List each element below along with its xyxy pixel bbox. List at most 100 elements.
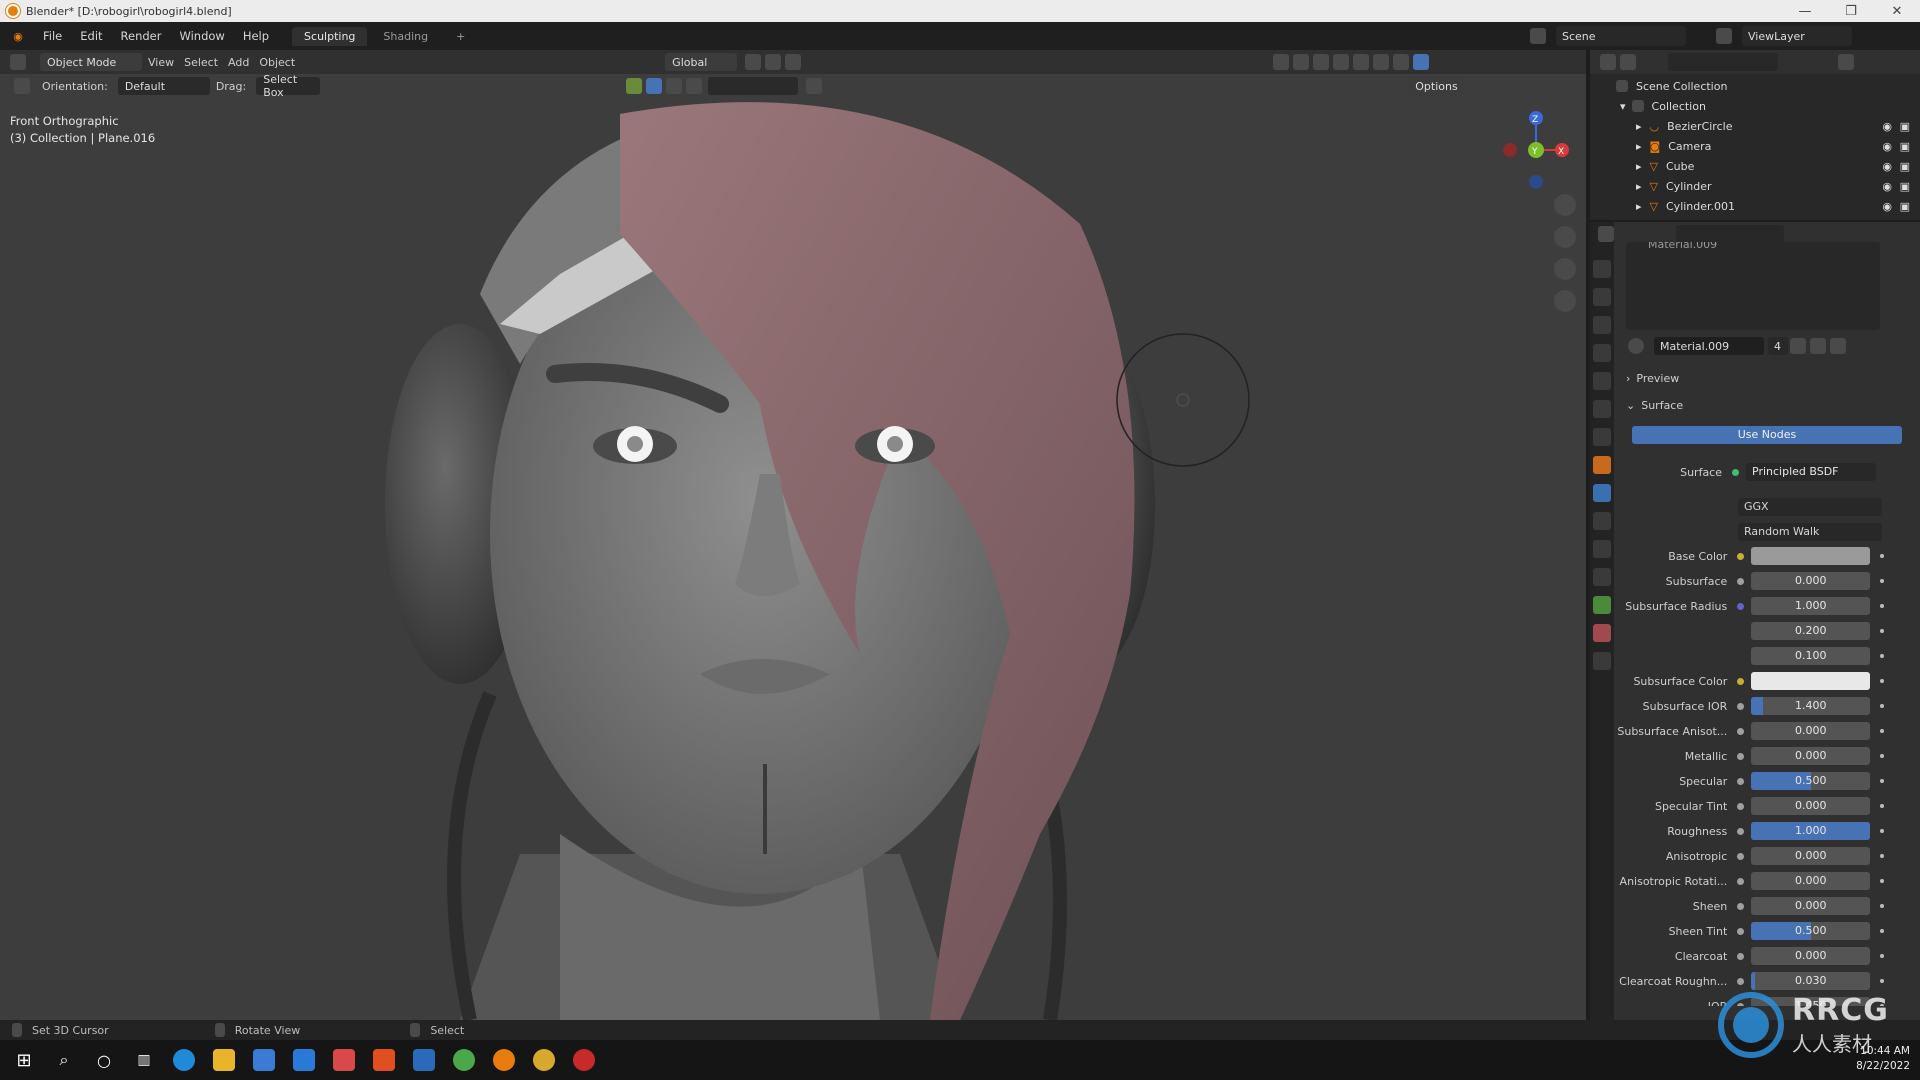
keyframe-dot-icon[interactable] (1880, 779, 1884, 783)
expand-arrow-icon[interactable]: ▾ (1620, 100, 1626, 113)
value-slider[interactable]: 0.200 (1751, 622, 1871, 640)
material-slot-item[interactable]: Material.009 (1626, 242, 1880, 252)
minimize-button[interactable]: — (1782, 0, 1828, 22)
filter-icon[interactable] (1838, 54, 1854, 70)
mode-selector[interactable]: Object Mode (40, 53, 142, 71)
subsurface-method-dropdown[interactable]: Random Walk (1738, 523, 1882, 541)
value-slider[interactable]: 0.000 (1751, 572, 1871, 590)
material-browse-icon[interactable] (1628, 338, 1644, 354)
material-users-count[interactable]: 4 (1768, 337, 1788, 355)
menu-render[interactable]: Render (112, 29, 171, 43)
outliner-item[interactable]: ▸ ◙ Camera ◉ ▣ (1590, 136, 1920, 156)
snap-icon[interactable] (765, 54, 782, 70)
keyframe-dot-icon[interactable] (1880, 579, 1884, 583)
drag-selector[interactable]: Select Box (256, 73, 321, 99)
menu-view[interactable]: View (148, 56, 174, 69)
menu-add[interactable]: Add (228, 56, 249, 69)
keyframe-dot-icon[interactable] (1880, 829, 1884, 833)
distribution-dropdown[interactable]: GGX (1738, 498, 1882, 516)
material-name-field[interactable]: Material.009 (1654, 337, 1764, 355)
scene-tab-icon[interactable] (1593, 372, 1611, 390)
keyframe-dot-icon[interactable] (1880, 929, 1884, 933)
transform-orientation-selector[interactable]: Global (665, 53, 738, 71)
eye-icon[interactable]: ◉ (1882, 200, 1892, 213)
view-layer-tab-icon[interactable] (1593, 344, 1611, 362)
menu-help[interactable]: Help (234, 29, 278, 43)
app-green-icon[interactable] (444, 1040, 484, 1080)
add-workspace-button[interactable]: + (444, 27, 477, 46)
value-slider[interactable]: 0.000 (1751, 747, 1871, 765)
outliner-collection[interactable]: ▾ Collection (1590, 96, 1920, 116)
expand-arrow-icon[interactable]: ▸ (1636, 140, 1642, 153)
outliner-item[interactable]: ▸ ▽ Cylinder ◉ ▣ (1590, 176, 1920, 196)
render-camera-icon[interactable]: ▣ (1900, 120, 1910, 133)
office-icon[interactable] (364, 1040, 404, 1080)
view-layer-filter-icon[interactable] (666, 78, 683, 94)
menu-file[interactable]: File (34, 29, 71, 43)
keyframe-dot-icon[interactable] (1880, 854, 1884, 858)
value-slider[interactable]: 1.000 (1751, 822, 1871, 840)
keyframe-dot-icon[interactable] (1880, 629, 1884, 633)
solid-shading-icon[interactable] (1373, 54, 1390, 70)
view-layer-selector[interactable]: ViewLayer (1742, 26, 1852, 46)
windows-start-icon[interactable]: ⊞ (4, 1040, 44, 1080)
render-camera-icon[interactable]: ▣ (1900, 180, 1910, 193)
keyframe-dot-icon[interactable] (1880, 904, 1884, 908)
navigation-gizmo[interactable]: Z Y X (1496, 110, 1576, 190)
orientation-selector[interactable]: Default (117, 77, 210, 95)
duplicate-material-icon[interactable] (1810, 338, 1826, 354)
menu-object[interactable]: Object (259, 56, 295, 69)
xray-toggle-icon[interactable] (1333, 54, 1350, 70)
store-icon[interactable] (244, 1040, 284, 1080)
render-camera-icon[interactable]: ▣ (1900, 200, 1910, 213)
file-explorer-icon[interactable] (204, 1040, 244, 1080)
ortho-grid-icon[interactable] (1554, 290, 1576, 312)
display-mode-icon[interactable] (1620, 54, 1636, 70)
search-icon[interactable] (686, 78, 703, 94)
value-slider[interactable]: 0.000 (1751, 947, 1871, 965)
render-camera-icon[interactable]: ▣ (1900, 160, 1910, 173)
keyframe-dot-icon[interactable] (1880, 804, 1884, 808)
value-slider[interactable]: 1.400 (1751, 697, 1871, 715)
keyframe-dot-icon[interactable] (1880, 604, 1884, 608)
outliner-item[interactable]: ▸ ▽ Cylinder.001 ◉ ▣ (1590, 196, 1920, 216)
pan-hand-icon[interactable] (1554, 226, 1576, 248)
pivot-icon[interactable] (745, 54, 762, 70)
keyframe-dot-icon[interactable] (1880, 754, 1884, 758)
proportional-edit-icon[interactable] (785, 54, 802, 70)
material-slot-list[interactable]: Material.009 (1626, 242, 1880, 330)
value-slider[interactable]: 0.000 (1751, 897, 1871, 915)
value-slider[interactable]: 0.500 (1751, 922, 1871, 940)
menu-window[interactable]: Window (170, 29, 233, 43)
value-slider[interactable]: 0.500 (1751, 772, 1871, 790)
world-tab-icon[interactable] (1593, 400, 1611, 418)
output-tab-icon[interactable] (1593, 316, 1611, 334)
chrome-icon[interactable] (524, 1040, 564, 1080)
sculpt-brush-icon[interactable] (626, 78, 643, 94)
blender-taskbar-icon[interactable] (484, 1040, 524, 1080)
editor-type-icon[interactable] (10, 54, 26, 70)
collection-tab-icon[interactable] (1593, 428, 1611, 446)
eye-icon[interactable]: ◉ (1882, 180, 1892, 193)
eye-icon[interactable]: ◉ (1882, 140, 1892, 153)
cortana-icon[interactable]: ○ (84, 1040, 124, 1080)
keyframe-dot-icon[interactable] (1880, 554, 1884, 558)
value-slider[interactable]: 0.000 (1751, 797, 1871, 815)
keyframe-dot-icon[interactable] (1880, 679, 1884, 683)
gizmo-toggle-icon[interactable] (1293, 54, 1310, 70)
expand-arrow-icon[interactable]: ▸ (1636, 160, 1642, 173)
edge-icon[interactable] (164, 1040, 204, 1080)
value-slider[interactable]: 0.000 (1751, 847, 1871, 865)
fake-user-icon[interactable] (1790, 338, 1806, 354)
keyframe-dot-icon[interactable] (1880, 654, 1884, 658)
menu-edit[interactable]: Edit (71, 29, 111, 43)
outliner-scene-collection[interactable]: Scene Collection (1590, 76, 1920, 96)
zoom-icon[interactable] (1554, 194, 1576, 216)
surface-shader-selector[interactable]: Principled BSDF (1746, 463, 1876, 481)
app-icon[interactable] (324, 1040, 364, 1080)
color-field[interactable] (1751, 547, 1871, 565)
properties-search-input[interactable] (1676, 225, 1784, 243)
value-slider[interactable]: 0.100 (1751, 647, 1871, 665)
value-slider[interactable]: 0.030 (1751, 972, 1871, 990)
expand-arrow-icon[interactable]: ▸ (1636, 180, 1642, 193)
